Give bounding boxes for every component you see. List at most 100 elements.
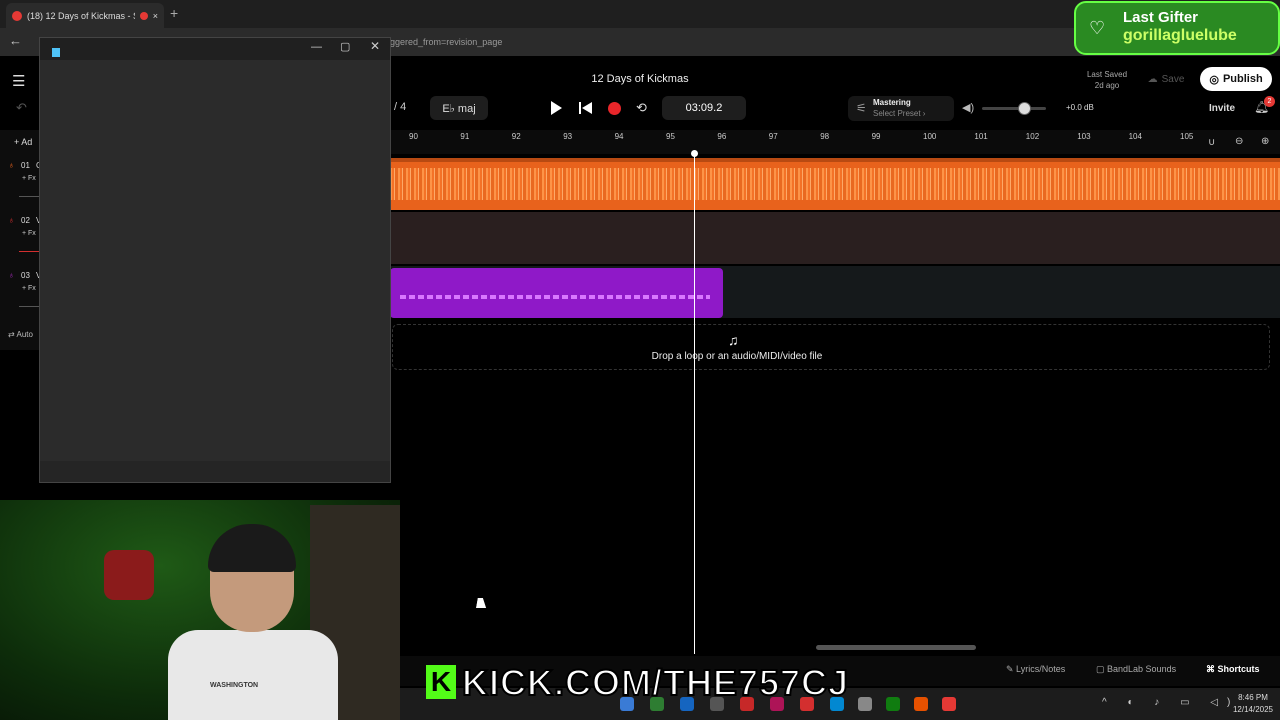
- midi-clip[interactable]: [390, 268, 723, 318]
- mastering-sliders-icon: ⚟: [856, 101, 867, 115]
- ruler-tick: 102: [1025, 132, 1040, 141]
- ruler-tick: 103: [1077, 132, 1091, 141]
- zoom-out-icon[interactable]: ⊖: [1235, 136, 1243, 147]
- track-volume-line[interactable]: [19, 196, 41, 197]
- ruler-tick: 95: [666, 132, 675, 141]
- drop-zone[interactable]: [392, 324, 1270, 370]
- ruler-tick: 105: [1180, 132, 1194, 141]
- cloud-icon: ☁: [1147, 73, 1158, 85]
- mastering-label: Mastering: [873, 98, 911, 107]
- globe-icon: ◎: [1209, 73, 1219, 86]
- ruler-tick: 90: [409, 132, 418, 141]
- track-lane-02[interactable]: [390, 212, 1280, 264]
- ruler-tick: 96: [717, 132, 727, 141]
- xbox-icon[interactable]: [886, 697, 900, 711]
- track-volume-line[interactable]: [19, 306, 41, 307]
- shirt-text: WASHINGTON: [210, 682, 259, 689]
- ruler-tick: 94: [614, 132, 624, 141]
- snap-magnet-icon[interactable]: ∪: [1208, 137, 1215, 148]
- volume-slider[interactable]: [982, 107, 1046, 110]
- playhead-handle[interactable]: [691, 150, 698, 157]
- popup-titlebar[interactable]: [40, 38, 390, 60]
- midi-notes: [400, 295, 710, 299]
- menu-icon[interactable]: ☰: [12, 72, 25, 90]
- loop-icon[interactable]: ⟲: [636, 100, 647, 116]
- ruler-tick: 104: [1128, 132, 1142, 141]
- add-track-button[interactable]: + Ad: [14, 137, 32, 147]
- obs-icon[interactable]: [942, 697, 956, 711]
- midi-icon: ♁: [8, 270, 15, 280]
- lyrics-notes-button[interactable]: ✎ Lyrics/Notes: [1006, 664, 1065, 675]
- save-button[interactable]: ☁ Save: [1138, 70, 1194, 88]
- timeline-ruler[interactable]: [390, 130, 1280, 154]
- track-number: 03: [21, 271, 30, 280]
- heart-icon: ♡: [1089, 18, 1106, 38]
- url-text[interactable]: ggered_from=revision_page: [390, 37, 502, 47]
- add-fx-button[interactable]: + Fx: [22, 175, 36, 182]
- play-button[interactable]: [546, 98, 566, 118]
- ruler-tick: 91: [460, 132, 470, 141]
- publish-button[interactable]: ◎ Publish: [1200, 67, 1272, 91]
- time-signature[interactable]: / 4: [394, 101, 406, 113]
- taskbar-app-icon[interactable]: [858, 697, 872, 711]
- track-number: 02: [21, 216, 30, 225]
- mastering-preset[interactable]: Select Preset ›: [873, 109, 925, 118]
- key-selector[interactable]: E♭ maj: [430, 96, 488, 120]
- new-tab-button[interactable]: +: [170, 5, 178, 21]
- kick-channel-url: KICK.COM/THE757CJ: [461, 661, 850, 704]
- record-button[interactable]: [608, 102, 621, 115]
- system-tray[interactable]: ^ ◐ ♪ ▭ ◁): [1102, 697, 1239, 708]
- ruler-tick: 92: [511, 132, 521, 141]
- zoom-in-icon[interactable]: ⊕: [1261, 136, 1269, 147]
- taskbar-clock-date[interactable]: 12/14/2025: [1230, 705, 1276, 714]
- song-title[interactable]: 12 Days of Kickmas: [540, 73, 740, 85]
- browser-tab[interactable]: (18) 12 Days of Kickmas - S ×: [6, 3, 164, 28]
- last-gifter-title: Last Gifter: [1123, 9, 1199, 26]
- bandlab-sounds-button[interactable]: ▢ BandLab Sounds: [1096, 664, 1176, 675]
- volume-db-readout: +0.0 dB: [1066, 103, 1094, 112]
- shortcuts-label: Shortcuts: [1217, 664, 1260, 674]
- track-volume-line[interactable]: [19, 251, 41, 252]
- bandlab-favicon-icon: [12, 10, 22, 21]
- undo-icon[interactable]: ↶: [16, 100, 27, 116]
- rewind-button[interactable]: [576, 98, 596, 118]
- ruler-tick: 99: [871, 132, 881, 141]
- tab-close-button[interactable]: ×: [153, 11, 158, 21]
- last-saved-label: Last Saved: [1086, 70, 1128, 79]
- minimize-button[interactable]: —: [311, 41, 322, 53]
- last-gifter-name: gorillagluelube: [1123, 27, 1237, 44]
- popup-footer: [40, 461, 390, 482]
- lyrics-label: Lyrics/Notes: [1016, 664, 1066, 674]
- shortcuts-button[interactable]: ⌘ Shortcuts: [1206, 664, 1260, 675]
- recording-indicator-icon: [139, 11, 148, 20]
- mouse-cursor: [476, 598, 488, 608]
- publish-label: Publish: [1222, 73, 1263, 85]
- maximize-button[interactable]: ▢: [340, 40, 350, 53]
- last-saved-status: Last Saved 2d ago: [1080, 69, 1134, 91]
- last-saved-value: 2d ago: [1094, 81, 1120, 90]
- clip-header[interactable]: [390, 158, 1280, 162]
- tab-title: (18) 12 Days of Kickmas - S: [27, 10, 135, 21]
- kick-logo: K: [426, 665, 456, 699]
- add-fx-button[interactable]: + Fx: [22, 285, 36, 292]
- back-arrow-icon[interactable]: ←: [9, 33, 22, 48]
- drop-zone-text: Drop a loop or an audio/MIDI/video file: [651, 351, 823, 362]
- taskbar-clock-time[interactable]: 8:46 PM: [1230, 693, 1276, 702]
- popup-window: [39, 37, 391, 483]
- speaker-icon[interactable]: ◀): [962, 101, 974, 114]
- ruler-tick: 101: [974, 132, 988, 141]
- track-number: 01: [21, 161, 30, 170]
- ruler-tick: 97: [768, 132, 778, 141]
- automation-text: Auto: [16, 330, 33, 339]
- save-label: Save: [1161, 73, 1185, 85]
- taskbar-app-icon[interactable]: [914, 697, 928, 711]
- ruler-tick: 98: [820, 132, 830, 141]
- add-fx-button[interactable]: + Fx: [22, 230, 36, 237]
- playhead[interactable]: [694, 152, 695, 654]
- mic-icon: ♁: [8, 160, 15, 170]
- invite-button[interactable]: Invite: [1202, 99, 1242, 117]
- horizontal-scrollbar[interactable]: [816, 645, 976, 650]
- sounds-label: BandLab Sounds: [1107, 664, 1177, 674]
- close-button[interactable]: ✕: [370, 39, 380, 53]
- automation-label[interactable]: ⇄ Auto: [8, 330, 33, 339]
